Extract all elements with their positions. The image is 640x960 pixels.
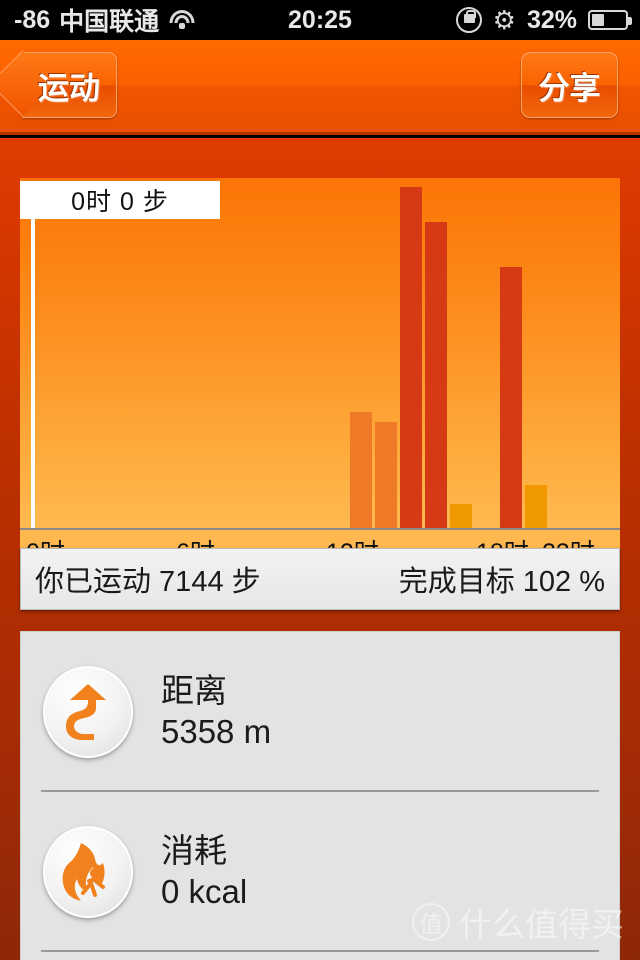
chart-tooltip: 0时 0 步: [20, 181, 220, 219]
share-button[interactable]: 分享: [521, 52, 618, 118]
back-button-label: 运动: [38, 70, 100, 106]
detail-label: 消耗: [161, 831, 227, 869]
chart-bar[interactable]: [349, 412, 372, 528]
chart-cursor-line: [30, 216, 35, 528]
chart-bar[interactable]: [374, 421, 397, 528]
chart-bar[interactable]: [524, 484, 547, 528]
chart-tooltip-label: 0时 0 步: [71, 188, 169, 216]
share-button-label: 分享: [538, 70, 601, 106]
chart-bar[interactable]: [449, 503, 472, 528]
summary-steps: 你已运动 7144 步: [35, 566, 261, 598]
detail-text: 距离 5358 m: [161, 670, 271, 754]
back-button[interactable]: 运动: [22, 52, 117, 118]
detail-value: 5358 m: [161, 713, 272, 751]
status-bar-right: ⚙ 32%: [390, 6, 640, 35]
detail-row[interactable]: 运动时间: [21, 952, 619, 960]
navigation-bar: 运动 分享: [0, 40, 640, 135]
detail-list: 距离 5358 m 消耗 0 kcal 运动时间: [20, 631, 620, 960]
app-root: -86 中国联通 20:25 ⚙ 32% 运动 分享 0时 0 步 0时6时12…: [0, 0, 640, 960]
bluetooth-icon: ⚙: [492, 5, 516, 35]
detail-text: 消耗 0 kcal: [161, 830, 247, 914]
detail-value: 0 kcal: [161, 873, 248, 911]
chart-bar[interactable]: [499, 266, 522, 528]
steps-chart[interactable]: 0时 0 步: [20, 178, 620, 528]
rotation-lock-icon: [455, 7, 482, 33]
status-bar: -86 中国联通 20:25 ⚙ 32%: [0, 0, 640, 40]
carrier-name: 中国联通: [59, 8, 160, 36]
battery-percent: 32%: [526, 5, 577, 34]
detail-row[interactable]: 距离 5358 m: [21, 632, 619, 792]
signal-strength: -86: [14, 5, 51, 34]
summary-goal: 完成目标 102 %: [398, 566, 605, 598]
chart-plot-area[interactable]: [20, 178, 620, 528]
detail-row[interactable]: 消耗 0 kcal: [21, 792, 619, 952]
page-content: 0时 0 步 0时6时12时18时23时 你已运动 7144 步 完成目标 10…: [0, 138, 640, 960]
battery-icon: [588, 10, 632, 30]
flame-calorie-icon: [43, 826, 133, 918]
status-bar-left: -86 中国联通: [0, 2, 250, 38]
status-bar-clock: 20:25: [288, 5, 352, 34]
chart-bar[interactable]: [424, 222, 447, 528]
detail-label: 距离: [161, 671, 227, 709]
wifi-icon: [168, 10, 195, 30]
chart-bar[interactable]: [399, 187, 422, 528]
summary-bar: 你已运动 7144 步 完成目标 102 %: [20, 548, 620, 610]
road-distance-icon: [43, 666, 133, 758]
